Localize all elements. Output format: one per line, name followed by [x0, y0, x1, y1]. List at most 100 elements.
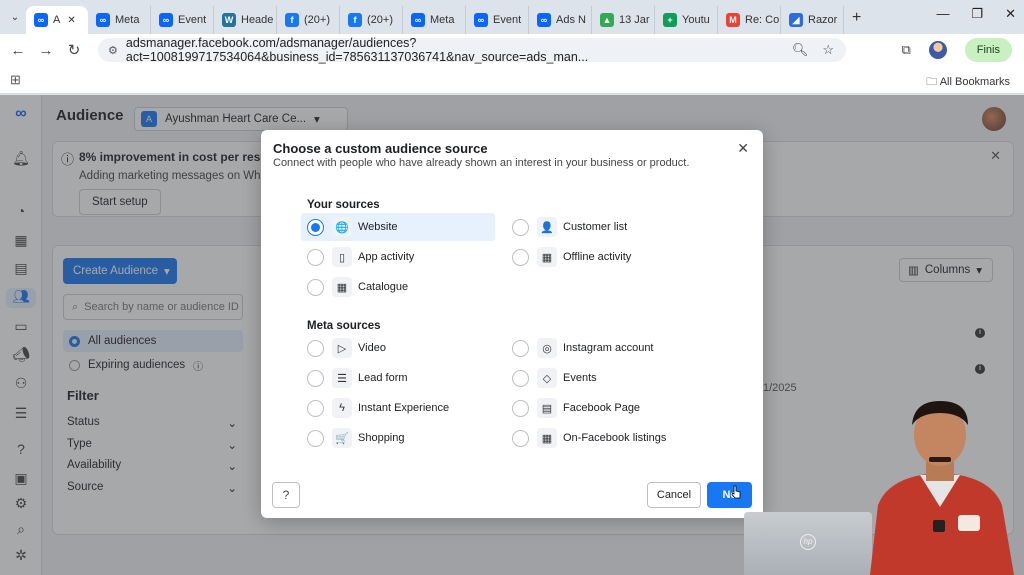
- bookmarks-bar: ⊞ 🗀 All Bookmarks: [0, 66, 1024, 94]
- radio-button[interactable]: [307, 369, 324, 387]
- browser-tab[interactable]: ◢ Razor: [781, 6, 844, 34]
- dialog-title: Choose a custom audience source: [273, 141, 488, 156]
- source-option[interactable]: ▦ Catalogue: [307, 273, 487, 301]
- radio-button[interactable]: [307, 248, 324, 266]
- zoom-icon[interactable]: 🔍︎: [792, 42, 809, 58]
- source-option[interactable]: ▤ Facebook Page: [512, 394, 692, 422]
- tab-favicon-icon: M: [726, 13, 740, 27]
- all-bookmarks-button[interactable]: 🗀 All Bookmarks: [926, 73, 1010, 92]
- play-icon: ▷: [332, 338, 352, 358]
- radio-button[interactable]: [307, 429, 324, 447]
- source-option[interactable]: ◇ Events: [512, 364, 692, 392]
- source-option-label: Shopping: [358, 432, 405, 444]
- tab-close-icon[interactable]: ✕: [67, 15, 75, 26]
- extensions-icon[interactable]: ⧉: [901, 42, 910, 58]
- radio-button[interactable]: [512, 369, 529, 387]
- back-icon[interactable]: ←: [4, 42, 32, 59]
- radio-button[interactable]: [512, 218, 529, 236]
- tab-label: Meta: [115, 14, 140, 26]
- tab-favicon-icon: ∞: [159, 13, 173, 27]
- browser-tab[interactable]: f (20+): [277, 6, 340, 34]
- source-option[interactable]: 🛒 Shopping: [307, 424, 487, 452]
- radio-button[interactable]: [307, 339, 324, 357]
- browser-tab[interactable]: ∞ Event: [151, 6, 214, 34]
- forward-icon[interactable]: →: [32, 42, 60, 59]
- tab-favicon-icon: +: [663, 13, 677, 27]
- hp-logo-icon: hp: [800, 534, 816, 550]
- tab-label: Ads N: [556, 14, 586, 26]
- source-option[interactable]: ▯ App activity: [307, 243, 487, 271]
- source-option[interactable]: 🌐 Website: [301, 213, 495, 241]
- browser-tab[interactable]: ∞ Ads N: [529, 6, 592, 34]
- tab-favicon-icon: ∞: [411, 13, 425, 27]
- source-option[interactable]: ▦ Offline activity: [512, 243, 692, 271]
- bookmark-star-icon[interactable]: ☆: [822, 42, 834, 58]
- tab-label: (20+): [304, 14, 330, 26]
- minimize-icon[interactable]: —: [936, 6, 949, 22]
- radio-button[interactable]: [512, 248, 529, 266]
- dialog-close-icon[interactable]: ✕: [737, 140, 749, 157]
- radio-button[interactable]: [307, 399, 324, 417]
- radio-button[interactable]: [307, 218, 324, 236]
- custom-audience-source-dialog: Choose a custom audience source Connect …: [261, 130, 763, 518]
- storefront-icon: ▦: [537, 428, 557, 448]
- source-option-label: Offline activity: [563, 251, 632, 263]
- presenter-webcam-image: [870, 401, 1014, 575]
- tab-search-chevron-icon[interactable]: ⌄: [4, 6, 26, 28]
- site-settings-icon[interactable]: ⚙: [108, 44, 118, 57]
- next-button[interactable]: Ne: [707, 482, 752, 508]
- browser-tab[interactable]: W Heade: [214, 6, 277, 34]
- browser-tab[interactable]: + Youtu: [655, 6, 718, 34]
- address-bar[interactable]: ⚙ adsmanager.facebook.com/adsmanager/aud…: [98, 36, 846, 64]
- new-tab-button[interactable]: +: [844, 9, 869, 27]
- source-option[interactable]: ▦ On-Facebook listings: [512, 424, 692, 452]
- source-option[interactable]: ◎ Instagram account: [512, 334, 692, 362]
- source-option-label: Catalogue: [358, 281, 409, 293]
- tab-favicon-icon: ▲: [600, 13, 614, 27]
- source-option[interactable]: ▷ Video: [307, 334, 487, 362]
- window-controls: — ❐ ✕: [936, 6, 1016, 22]
- dialog-subtitle: Connect with people who have already sho…: [273, 157, 690, 169]
- profile-avatar[interactable]: [928, 41, 947, 59]
- browser-tab[interactable]: ▲ 13 Jar: [592, 6, 655, 34]
- tab-label: Youtu: [682, 14, 710, 26]
- tab-label: Event: [178, 14, 207, 26]
- source-option[interactable]: 👤 Customer list: [512, 213, 692, 241]
- browser-tab[interactable]: M Re: Co: [718, 6, 781, 34]
- reload-icon[interactable]: ↻: [60, 41, 88, 59]
- tab-label: 13 Jar: [619, 14, 650, 26]
- apps-grid-icon[interactable]: ⊞: [10, 72, 21, 88]
- browser-tab[interactable]: ∞ Meta: [88, 6, 151, 34]
- tab-favicon-icon: f: [285, 13, 299, 27]
- source-option-label: Video: [358, 342, 386, 354]
- tab-favicon-icon: W: [222, 13, 236, 27]
- browser-tab[interactable]: ∞ Event: [466, 6, 529, 34]
- radio-button[interactable]: [512, 399, 529, 417]
- radio-button[interactable]: [512, 339, 529, 357]
- tab-label: Razor: [808, 14, 838, 26]
- source-option-label: On-Facebook listings: [563, 432, 667, 444]
- tab-label: Re: Co: [745, 14, 780, 26]
- radio-button[interactable]: [512, 429, 529, 447]
- browser-tab[interactable]: ∞ Meta: [403, 6, 466, 34]
- tab-label: (20+): [367, 14, 393, 26]
- source-option-label: Instagram account: [563, 342, 654, 354]
- tab-favicon-icon: ∞: [474, 13, 488, 27]
- help-button[interactable]: ?: [272, 482, 300, 508]
- window-close-icon[interactable]: ✕: [1005, 6, 1016, 22]
- source-option[interactable]: ϟ Instant Experience: [307, 394, 487, 422]
- tab-label: Heade: [241, 14, 274, 26]
- radio-button[interactable]: [307, 278, 324, 296]
- store-icon: ▦: [537, 247, 557, 267]
- browser-tab[interactable]: ∞ A ✕: [26, 6, 88, 34]
- browser-tab[interactable]: f (20+): [340, 6, 403, 34]
- restore-icon[interactable]: ❐: [971, 6, 983, 22]
- source-option[interactable]: ☰ Lead form: [307, 364, 487, 392]
- your-sources-heading: Your sources: [307, 199, 380, 211]
- source-option-label: Events: [563, 372, 597, 384]
- cart-icon: 🛒: [332, 428, 352, 448]
- finish-update-button[interactable]: Finis: [964, 38, 1012, 62]
- instagram-icon: ◎: [537, 338, 557, 358]
- mobile-icon: ▯: [332, 247, 352, 267]
- cancel-button[interactable]: Cancel: [647, 482, 701, 508]
